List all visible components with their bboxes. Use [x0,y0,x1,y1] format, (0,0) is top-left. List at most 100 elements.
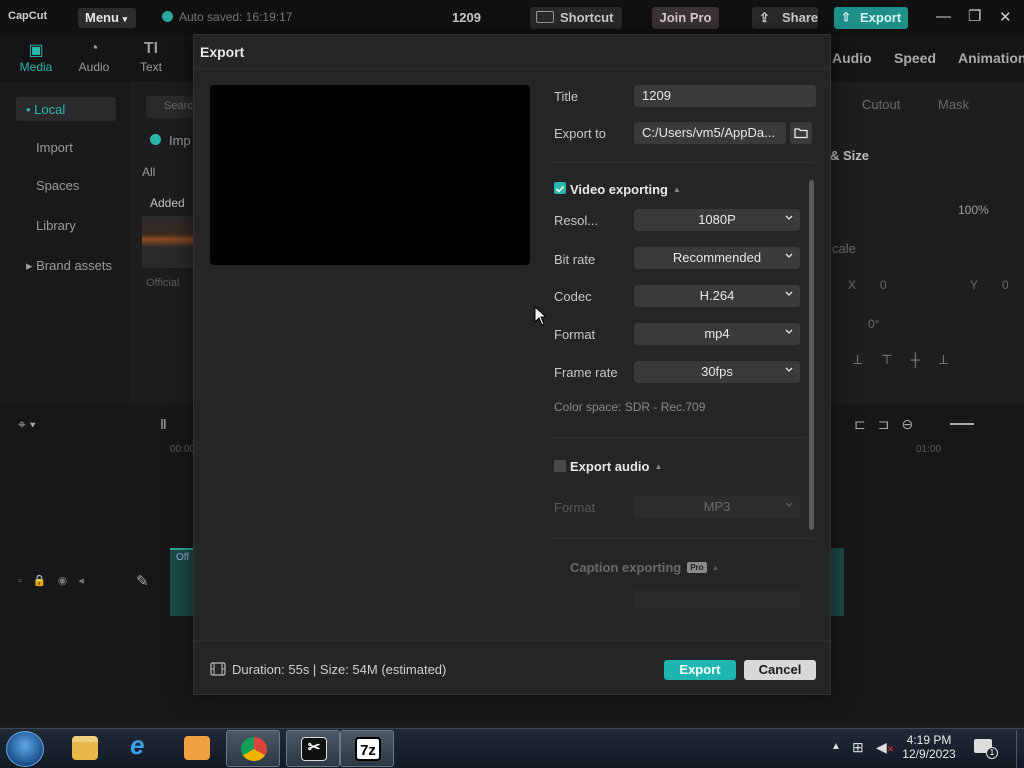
sidebar-item-import[interactable]: Import [0,140,130,155]
x-field[interactable]: X 0 [840,275,930,297]
video-export-checkbox[interactable] [554,182,566,194]
audio-export-checkbox[interactable] [554,460,566,472]
share-label: Share [782,10,819,25]
align-icons[interactable]: ⊥⊤┼⊥ [852,352,967,368]
sidebar-item-brand-assets[interactable]: ▸ Brand assets [0,258,130,274]
menu-button[interactable]: Menu ▾ [78,8,136,28]
settings-scrollbar[interactable] [809,180,814,530]
export-audio-section[interactable]: Export audio ▲ [554,458,662,476]
dialog-title: Export [200,44,245,60]
dialog-divider [193,68,831,69]
show-desktop-button[interactable] [1016,730,1024,768]
framerate-value: 30fps [701,364,733,379]
chrome-icon [241,737,267,761]
tab-media[interactable]: ▣ Media [14,40,58,74]
export-top-label: Export [860,10,902,25]
sidebar-item-library[interactable]: Library [0,218,130,233]
volume-muted-icon[interactable]: ◀✕ [876,739,894,756]
timeline-zoom-icons[interactable]: ⊏⊐⊖ [854,416,925,433]
maximize-icon[interactable]: ❐ [968,7,981,25]
resolution-label: Resol... [554,213,599,228]
edit-cover-icon[interactable]: ✎ [136,572,149,590]
folder-icon[interactable] [790,122,812,144]
tab-animation[interactable]: Animation [958,50,1024,66]
caption-exporting-section[interactable]: Caption exporting Pro ▲ [570,559,719,577]
track-control-icons[interactable]: ▫🔒◉◂ [18,574,95,587]
color-space-info: Color space: SDR - Rec.709 [554,400,706,414]
tab-audio[interactable]: ◔ Audio [72,40,116,74]
saved-check-icon [162,11,173,22]
taskbar-capcut[interactable]: ✂ [286,730,340,767]
video-exporting-section[interactable]: Video exporting ▲ [554,181,681,199]
section-divider [552,162,814,163]
subtab-mask[interactable]: Mask [938,97,969,112]
filter-all[interactable]: All [142,165,155,179]
split-tool-icon[interactable]: Ⅱ [160,416,167,433]
media-sidebar [0,82,130,404]
tab-speed[interactable]: Speed [894,50,936,66]
tab-media-label: Media [19,60,53,74]
format-select[interactable]: mp4 [634,323,800,345]
share-button[interactable]: ⇪ Share [752,7,818,29]
filter-added[interactable]: Added [150,196,185,210]
sidebar-item-spaces[interactable]: Spaces [0,178,130,193]
taskbar-internet-explorer[interactable]: e [116,730,170,767]
clock-time: 4:19 PM [906,733,952,747]
pro-badge: Pro [687,562,707,573]
framerate-select[interactable]: 30fps [634,361,800,383]
tab-text[interactable]: TI Text [129,40,173,74]
upload-icon: ⇧ [841,10,852,24]
tab-audio-right[interactable]: Audio [832,50,872,66]
subtab-cutout[interactable]: Cutout [862,97,900,112]
sidebar-item-label: Local [34,102,66,117]
menu-label: Menu [85,10,119,25]
clock[interactable]: 4:19 PM 12/9/2023 [898,733,960,761]
timeline-clip-end[interactable] [830,548,844,616]
export-path-input[interactable]: C:/Users/vm5/AppDa... [634,122,786,144]
start-button[interactable] [6,731,44,767]
media-thumbnail[interactable] [142,216,193,268]
caret-up-icon: ▲ [711,563,720,572]
import-button[interactable]: Imp [150,133,191,148]
timeline-end-time: 01:00 [916,444,942,455]
chevron-down-icon [785,291,793,296]
bitrate-select[interactable]: Recommended [634,247,800,269]
search-input[interactable]: Search [146,96,194,118]
taskbar-media-player[interactable] [170,730,224,767]
cursor-tool-icon[interactable]: ⌖ ▾ [18,416,36,433]
zoom-slider[interactable] [950,423,974,425]
audio-format-select[interactable]: MP3 [634,496,800,518]
network-icon[interactable]: ⊞ [852,739,864,756]
caption-format-select[interactable] [634,590,800,608]
export-top-button[interactable]: ⇧ Export [834,7,908,29]
format-value: mp4 [704,326,730,341]
sidebar-item-label: Brand assets [36,258,113,273]
codec-select[interactable]: H.264 [634,285,800,307]
caption-exporting-label: Caption exporting [570,560,682,575]
y-value: 0 [1002,278,1009,292]
taskbar-file-explorer[interactable] [58,730,112,767]
y-field[interactable]: Y 0 [962,275,1024,297]
sidebar-item-local[interactable]: • Local [16,97,116,121]
title-input[interactable]: 1209 [634,85,816,107]
join-pro-button[interactable]: Join Pro [652,7,719,29]
rotation-value[interactable]: 0° [868,317,879,331]
project-name[interactable]: 1209 [452,10,481,25]
size-section-label: & Size [830,148,870,163]
minimize-icon[interactable]: — [936,8,951,25]
scale-value[interactable]: 100% [958,203,989,217]
close-icon[interactable]: ✕ [999,8,1012,26]
shortcut-button[interactable]: Shortcut [530,7,622,29]
export-button[interactable]: Export [664,660,736,680]
resolution-select[interactable]: 1080P [634,209,800,231]
action-center-icon[interactable]: 1 [974,739,998,759]
cancel-button[interactable]: Cancel [744,660,816,680]
taskbar-7zip[interactable]: 7z [340,730,394,767]
video-exporting-label: Video exporting [570,182,668,197]
internet-explorer-icon: e [130,730,145,760]
show-hidden-icons[interactable]: ▲ [831,741,841,752]
taskbar-chrome[interactable] [226,730,280,767]
codec-label: Codec [554,289,592,304]
media-icon: ▣ [28,42,44,59]
tab-text-label: Text [139,60,162,74]
